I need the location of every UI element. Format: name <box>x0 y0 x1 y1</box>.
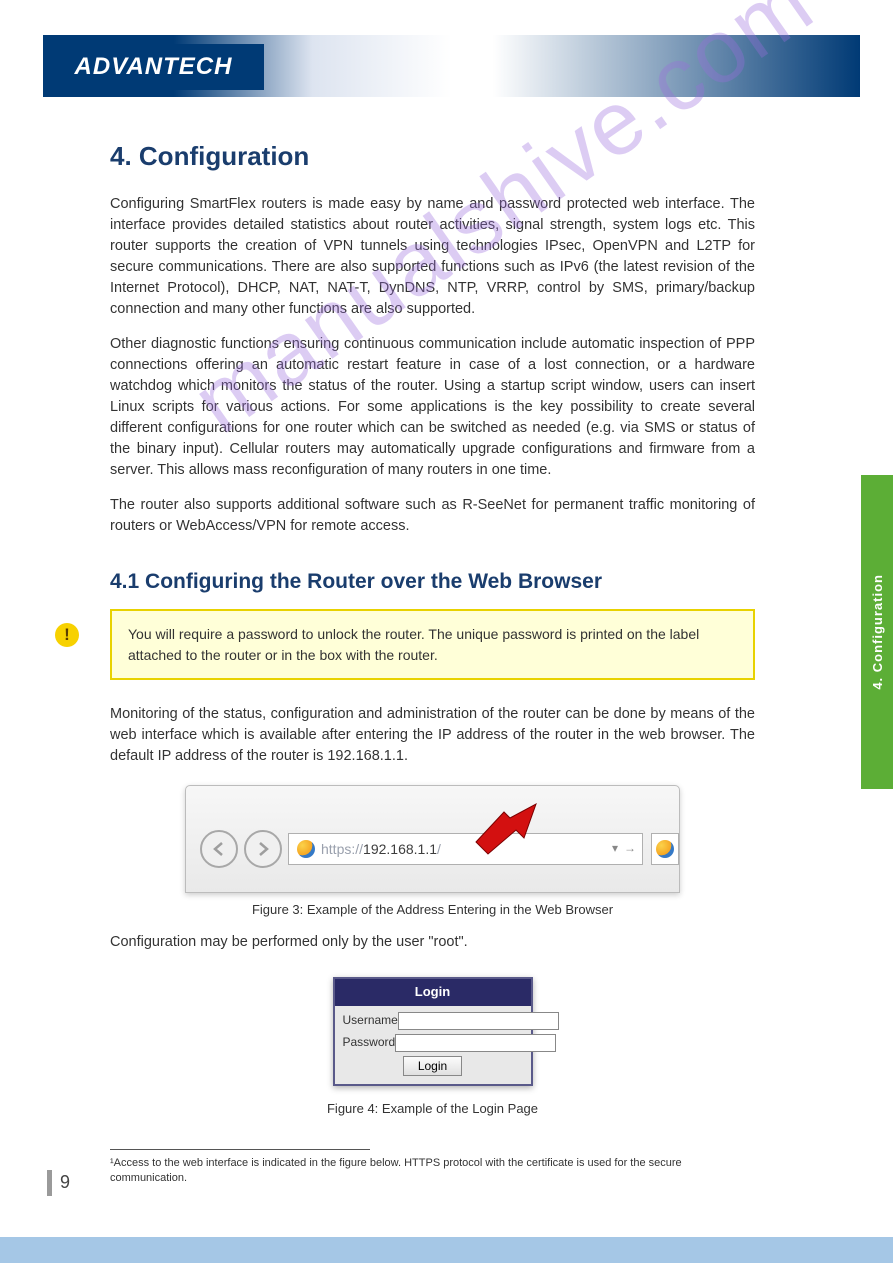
back-button[interactable] <box>200 830 238 868</box>
forward-button[interactable] <box>244 830 282 868</box>
address-bar-controls: ▾ → <box>612 840 636 857</box>
address-bar[interactable]: https://192.168.1.1/ ▾ → <box>288 833 643 865</box>
features-paragraph: Other diagnostic functions ensuring cont… <box>110 334 755 481</box>
caution-container: ! You will require a password to unlock … <box>55 609 755 680</box>
page-number: 9 <box>47 1170 70 1196</box>
caution-box: You will require a password to unlock th… <box>110 609 755 680</box>
main-content: 4. Configuration Configuring SmartFlex r… <box>110 138 755 1187</box>
url-ip: 192.168.1.1 <box>363 839 437 859</box>
brand-logo: ADVANTECH <box>43 44 264 90</box>
username-label: Username <box>343 1012 398 1029</box>
login-dialog: Login Username Password Login <box>333 977 533 1086</box>
username-row: Username <box>343 1012 523 1030</box>
dropdown-icon[interactable]: ▾ <box>612 840 618 857</box>
monitoring-paragraph: Monitoring of the status, configuration … <box>110 704 755 767</box>
username-input[interactable] <box>398 1012 559 1030</box>
compat-button[interactable] <box>651 833 679 865</box>
url-prefix: https:// <box>321 839 363 859</box>
login-button-row: Login <box>343 1056 523 1076</box>
login-dialog-body: Username Password Login <box>335 1006 531 1084</box>
section-side-tab: 4. Configuration <box>861 475 893 789</box>
footer-strip <box>0 1237 893 1263</box>
arrow-left-icon <box>210 840 228 858</box>
figure-2: Login Username Password Login Figure 4: … <box>110 971 755 1119</box>
url-suffix: / <box>437 839 441 859</box>
intro-paragraph: Configuring SmartFlex routers is made ea… <box>110 194 755 320</box>
password-input[interactable] <box>395 1034 556 1052</box>
page-title: 4. Configuration <box>110 138 755 176</box>
ie-icon <box>656 840 674 858</box>
page-number-bar <box>47 1170 52 1196</box>
login-dialog-title: Login <box>335 979 531 1006</box>
modules-paragraph: The router also supports additional soft… <box>110 495 755 537</box>
figure-2-caption: Figure 4: Example of the Login Page <box>327 1100 538 1119</box>
login-paragraph: Configuration may be performed only by t… <box>110 932 755 953</box>
footnote-divider <box>110 1149 370 1150</box>
section-side-tab-label: 4. Configuration <box>870 574 885 690</box>
browser-mockup: https://192.168.1.1/ ▾ → <box>185 785 680 893</box>
login-button[interactable]: Login <box>403 1056 462 1076</box>
figure-1-caption: Figure 3: Example of the Address Enterin… <box>252 901 613 920</box>
go-arrow-icon[interactable]: → <box>624 840 636 857</box>
caution-icon: ! <box>55 623 79 647</box>
footnote-text: ¹Access to the web interface is indicate… <box>110 1156 755 1188</box>
browser-toolbar: https://192.168.1.1/ ▾ → <box>200 824 679 874</box>
password-label: Password <box>343 1034 396 1051</box>
arrow-right-icon <box>254 840 272 858</box>
page-number-value: 9 <box>60 1172 70 1192</box>
password-row: Password <box>343 1034 523 1052</box>
brand-logo-text: ADVANTECH <box>75 53 233 81</box>
figure-1: https://192.168.1.1/ ▾ → Figure 3: Examp… <box>110 785 755 920</box>
section-title: 4.1 Configuring the Router over the Web … <box>110 567 755 597</box>
ie-icon <box>297 840 315 858</box>
